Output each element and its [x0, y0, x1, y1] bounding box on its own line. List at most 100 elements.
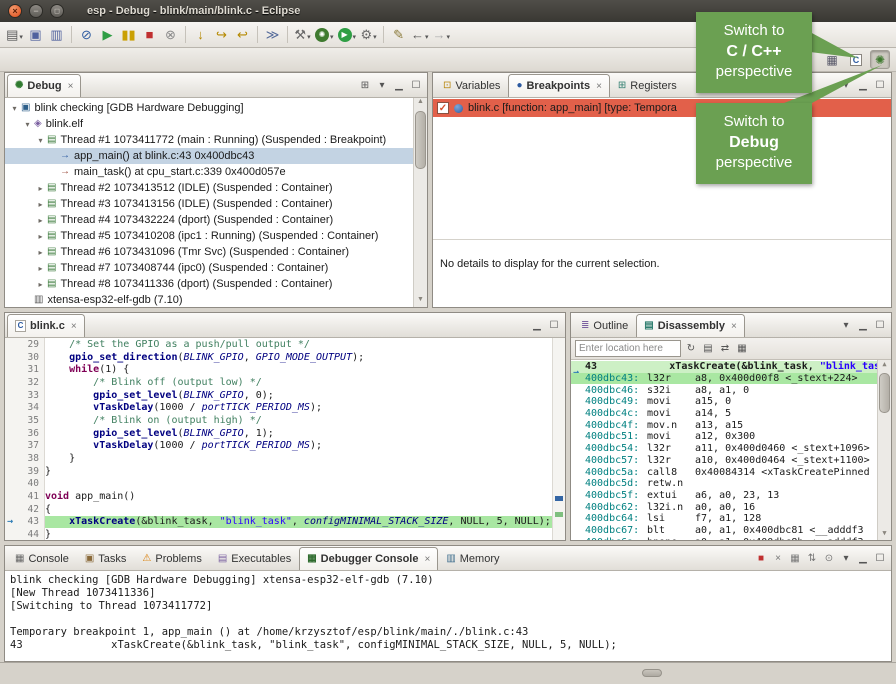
- step-into-button[interactable]: ↓: [191, 25, 210, 45]
- code-line[interactable]: /* Blink off (output low) */: [45, 376, 552, 389]
- debug-tree-item[interactable]: Thread #6 1073431096 (Tmr Svc) (Suspende…: [5, 244, 413, 260]
- overview-ruler[interactable]: [552, 338, 565, 540]
- scroll-lock-icon[interactable]: ⇅: [806, 553, 818, 564]
- console-tab-memory[interactable]: ▥Memory: [438, 547, 507, 570]
- overview-marker-breakpoint[interactable]: [555, 496, 563, 501]
- tab-close-icon[interactable]: [422, 553, 430, 565]
- disassembly-row[interactable]: 400dbc57:l32ra10, 0x400d0464 <_stext+110…: [571, 455, 877, 467]
- editor-gutter[interactable]: 29303132333435363738394041424344: [5, 338, 45, 540]
- tree-expand-arrow-icon[interactable]: [22, 120, 33, 129]
- step-return-button[interactable]: ↩: [233, 25, 252, 45]
- debug-tree-item[interactable]: Thread #7 1073408744 (ipc0) (Suspended :…: [5, 260, 413, 276]
- tab-close-icon[interactable]: [66, 80, 74, 92]
- disassembly-row[interactable]: 400dbc46:s32ia8, a1, 0: [571, 384, 877, 396]
- maximize-icon[interactable]: [874, 320, 886, 331]
- debug-tree-item[interactable]: app_main() at blink.c:43 0x400dbc43: [5, 148, 413, 164]
- track-expression-icon[interactable]: ▦: [736, 343, 748, 354]
- scroll-up-icon[interactable]: [878, 360, 891, 371]
- sync-pc-icon[interactable]: ⇄: [719, 343, 731, 354]
- debug-view-toolbar-icon[interactable]: ⊞: [359, 80, 371, 91]
- debug-tree-item[interactable]: main_task() at cpu_start.c:339 0x400d057…: [5, 164, 413, 180]
- code-line[interactable]: gpio_set_level(BLINK_GPIO, 0);: [45, 389, 552, 402]
- editor-tab-blink.c[interactable]: Cblink.c: [7, 314, 85, 337]
- forward-button[interactable]: →: [432, 25, 452, 45]
- breakpoints-view-tab-breakpoints[interactable]: ●Breakpoints: [508, 74, 609, 97]
- gutter-line-number[interactable]: 29: [5, 338, 44, 351]
- debug-tree-item[interactable]: blink.elf: [5, 116, 413, 132]
- code-line[interactable]: [45, 478, 552, 491]
- external-tools-button[interactable]: ⚙: [359, 25, 378, 45]
- clear-console-icon[interactable]: ▦: [789, 553, 801, 564]
- window-minimize-button[interactable]: [29, 4, 43, 18]
- disassembly-row[interactable]: 400dbc6a:bnonea0, a1, 0x400dbc8b <__addd…: [571, 536, 877, 540]
- new-wizard-button[interactable]: ▤: [5, 25, 24, 45]
- gutter-line-number[interactable]: 40: [5, 478, 44, 491]
- disassembly-source-line[interactable]: 43 xTaskCreate(&blink_task, "blink_tas: [571, 361, 877, 373]
- disconnect-button[interactable]: ⊗: [161, 25, 180, 45]
- scroll-down-icon[interactable]: [414, 296, 427, 307]
- code-line[interactable]: xTaskCreate(&blink_task, "blink_task", c…: [45, 516, 552, 529]
- disassembly-row[interactable]: 400dbc62:l32i.na0, a0, 16: [571, 501, 877, 513]
- code-line[interactable]: /* Set the GPIO as a push/pull output */: [45, 338, 552, 351]
- step-over-button[interactable]: ↪: [212, 25, 231, 45]
- disassembly-row[interactable]: 400dbc5f:extuia6, a0, 23, 13: [571, 490, 877, 502]
- console-tab-executables[interactable]: ▤Executables: [210, 547, 299, 570]
- breakpoints-view-tab-variables[interactable]: ⊡Variables: [435, 74, 508, 97]
- maximize-icon[interactable]: [874, 553, 886, 564]
- tree-expand-arrow-icon[interactable]: [35, 216, 46, 225]
- code-line[interactable]: while(1) {: [45, 363, 552, 376]
- code-line[interactable]: gpio_set_level(BLINK_GPIO, 1);: [45, 427, 552, 440]
- debug-tree-item[interactable]: xtensa-esp32-elf-gdb (7.10): [5, 292, 413, 307]
- tab-close-icon[interactable]: [594, 80, 602, 92]
- console-tab-console[interactable]: ▦Console: [7, 547, 77, 570]
- debug-tree-item[interactable]: Thread #4 1073432224 (dport) (Suspended …: [5, 212, 413, 228]
- tree-expand-arrow-icon[interactable]: [35, 184, 46, 193]
- save-button[interactable]: ▣: [26, 25, 45, 45]
- console-tab-problems[interactable]: ⚠Problems: [134, 547, 209, 570]
- resize-handle[interactable]: [642, 669, 662, 677]
- disassembly-row[interactable]: 400dbc5a:call80x40084314 <xTaskCreatePin…: [571, 466, 877, 478]
- disassembly-row[interactable]: 400dbc64:lsif7, a1, 128: [571, 513, 877, 525]
- view-menu-icon[interactable]: ▾: [376, 80, 388, 91]
- disassembly-area[interactable]: 43 xTaskCreate(&blink_task, "blink_tas 40…: [571, 360, 891, 540]
- disassembly-row[interactable]: 400dbc67:blta0, a1, 0x400dbc81 <__adddf3: [571, 525, 877, 537]
- disassembly-row[interactable]: 400dbc49:movia15, 0: [571, 396, 877, 408]
- gutter-line-number[interactable]: 42: [5, 503, 44, 516]
- code-line[interactable]: void app_main(): [45, 490, 552, 503]
- tree-expand-arrow-icon[interactable]: [35, 136, 46, 145]
- minimize-icon[interactable]: [393, 80, 405, 91]
- tree-expand-arrow-icon[interactable]: [9, 104, 20, 113]
- maximize-icon[interactable]: [548, 320, 560, 331]
- code-line[interactable]: vTaskDelay(1000 / portTICK_PERIOD_MS);: [45, 440, 552, 453]
- debug-tree-item[interactable]: Thread #8 1073411336 (dport) (Suspended …: [5, 276, 413, 292]
- skip-all-breakpoints-button[interactable]: ⊘: [77, 25, 96, 45]
- debug-view-tab-debug[interactable]: ✺Debug: [7, 74, 81, 97]
- gutter-line-number[interactable]: 35: [5, 414, 44, 427]
- disassembly-row[interactable]: 400dbc5d:retw.n: [571, 478, 877, 490]
- tree-expand-arrow-icon[interactable]: [35, 280, 46, 289]
- debug-tree-item[interactable]: Thread #1 1073411772 (main : Running) (S…: [5, 132, 413, 148]
- scroll-thumb[interactable]: [879, 373, 890, 413]
- disassembly-row[interactable]: 400dbc4f:mov.na13, a15: [571, 419, 877, 431]
- run-button[interactable]: ▶: [337, 25, 358, 45]
- code-line[interactable]: }: [45, 528, 552, 540]
- refresh-icon[interactable]: ↻: [685, 343, 697, 354]
- tree-expand-arrow-icon[interactable]: [35, 232, 46, 241]
- code-line[interactable]: gpio_set_direction(BLINK_GPIO, GPIO_MODE…: [45, 351, 552, 364]
- gutter-line-number[interactable]: 43: [5, 516, 44, 529]
- debug-button[interactable]: ✺: [314, 25, 335, 45]
- last-edit-location-button[interactable]: ✎: [389, 25, 408, 45]
- code-line[interactable]: vTaskDelay(1000 / portTICK_PERIOD_MS);: [45, 401, 552, 414]
- tree-expand-arrow-icon[interactable]: [35, 200, 46, 209]
- scroll-thumb[interactable]: [415, 111, 426, 169]
- code-line[interactable]: }: [45, 465, 552, 478]
- save-all-button[interactable]: ▥: [47, 25, 66, 45]
- resume-button[interactable]: ▶: [98, 25, 117, 45]
- terminate-button[interactable]: ■: [140, 25, 159, 45]
- gutter-line-number[interactable]: 37: [5, 440, 44, 453]
- terminate-icon[interactable]: ■: [755, 553, 767, 564]
- overview-marker-current-line[interactable]: [555, 512, 563, 517]
- gutter-line-number[interactable]: 39: [5, 465, 44, 478]
- code-line[interactable]: }: [45, 452, 552, 465]
- instruction-stepping-button[interactable]: ≫: [263, 25, 282, 45]
